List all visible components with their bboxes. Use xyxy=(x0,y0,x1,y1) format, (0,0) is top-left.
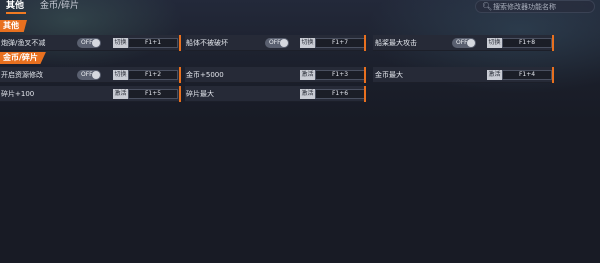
section-title-coins-fragments: 金币/碎片 xyxy=(0,52,46,64)
option-name: 金币+5000 xyxy=(186,71,224,79)
toggle-state: OFF xyxy=(269,39,281,46)
top-tab-bar: 其他 金币/碎片 🔍︎ xyxy=(0,0,600,14)
mode-button[interactable]: 激活 xyxy=(113,89,128,99)
row-accent xyxy=(364,35,366,51)
mode-button[interactable]: 激活 xyxy=(300,70,315,80)
mode-button[interactable]: 激活 xyxy=(300,89,315,99)
option-name: 碎片+100 xyxy=(1,90,35,98)
active-tab-indicator xyxy=(6,12,26,14)
option-name: 船体不被破坏 xyxy=(186,39,228,47)
search-icon: 🔍︎ xyxy=(482,2,493,11)
row-accent xyxy=(179,86,181,102)
tab-other[interactable]: 其他 xyxy=(6,0,24,12)
row-accent xyxy=(364,86,366,102)
search-input[interactable] xyxy=(493,1,591,12)
hotkey-field[interactable]: F1+6 xyxy=(315,89,365,99)
hotkey-field[interactable]: F1+2 xyxy=(128,70,178,80)
option-name: 炮弹/渔叉不减 xyxy=(1,39,46,47)
option-row: 炮弹/渔叉不减 OFF 切换 F1+1 xyxy=(0,35,181,51)
hotkey-field[interactable]: F1+3 xyxy=(315,70,365,80)
row-accent xyxy=(364,67,366,83)
option-row: 开启资源修改 OFF 切换 F1+2 xyxy=(0,67,181,83)
mode-button[interactable]: 切换 xyxy=(113,70,128,80)
option-toggle[interactable]: OFF xyxy=(452,38,476,48)
hotkey-field[interactable]: F1+7 xyxy=(315,38,365,48)
mode-button[interactable]: 切换 xyxy=(113,38,128,48)
toggle-knob xyxy=(92,71,100,79)
row-accent xyxy=(179,35,181,51)
section-title-other: 其他 xyxy=(0,20,27,32)
option-row: 金币最大 激活 F1+4 xyxy=(373,67,554,83)
option-row: 船桨最大攻击 OFF 切换 F1+8 xyxy=(373,35,554,51)
toggle-state: OFF xyxy=(81,71,93,78)
option-name: 开启资源修改 xyxy=(1,71,43,79)
mode-button[interactable]: 切换 xyxy=(487,38,502,48)
option-row: 金币+5000 激活 F1+3 xyxy=(185,67,366,83)
toggle-knob xyxy=(92,39,100,47)
toggle-state: OFF xyxy=(81,39,93,46)
hotkey-field[interactable]: F1+5 xyxy=(128,89,178,99)
hotkey-field[interactable]: F1+1 xyxy=(128,38,178,48)
toggle-knob xyxy=(467,39,475,47)
search-box[interactable]: 🔍︎ xyxy=(475,0,595,13)
tab-coins-fragments[interactable]: 金币/碎片 xyxy=(40,0,79,12)
hotkey-field[interactable]: F1+8 xyxy=(502,38,552,48)
option-row: 碎片+100 激活 F1+5 xyxy=(0,86,181,102)
hotkey-field[interactable]: F1+4 xyxy=(502,70,552,80)
option-toggle[interactable]: OFF xyxy=(265,38,289,48)
row-accent xyxy=(179,67,181,83)
mode-button[interactable]: 激活 xyxy=(487,70,502,80)
row-accent xyxy=(552,35,554,51)
toggle-knob xyxy=(280,39,288,47)
option-name: 船桨最大攻击 xyxy=(375,39,417,47)
option-name: 金币最大 xyxy=(375,71,403,79)
option-toggle[interactable]: OFF xyxy=(77,70,101,80)
toggle-state: OFF xyxy=(456,39,468,46)
header-background-art xyxy=(0,0,600,120)
option-toggle[interactable]: OFF xyxy=(77,38,101,48)
option-name: 碎片最大 xyxy=(186,90,214,98)
option-row: 碎片最大 激活 F1+6 xyxy=(185,86,366,102)
mode-button[interactable]: 切换 xyxy=(300,38,315,48)
option-row: 船体不被破坏 OFF 切换 F1+7 xyxy=(185,35,366,51)
row-accent xyxy=(552,67,554,83)
